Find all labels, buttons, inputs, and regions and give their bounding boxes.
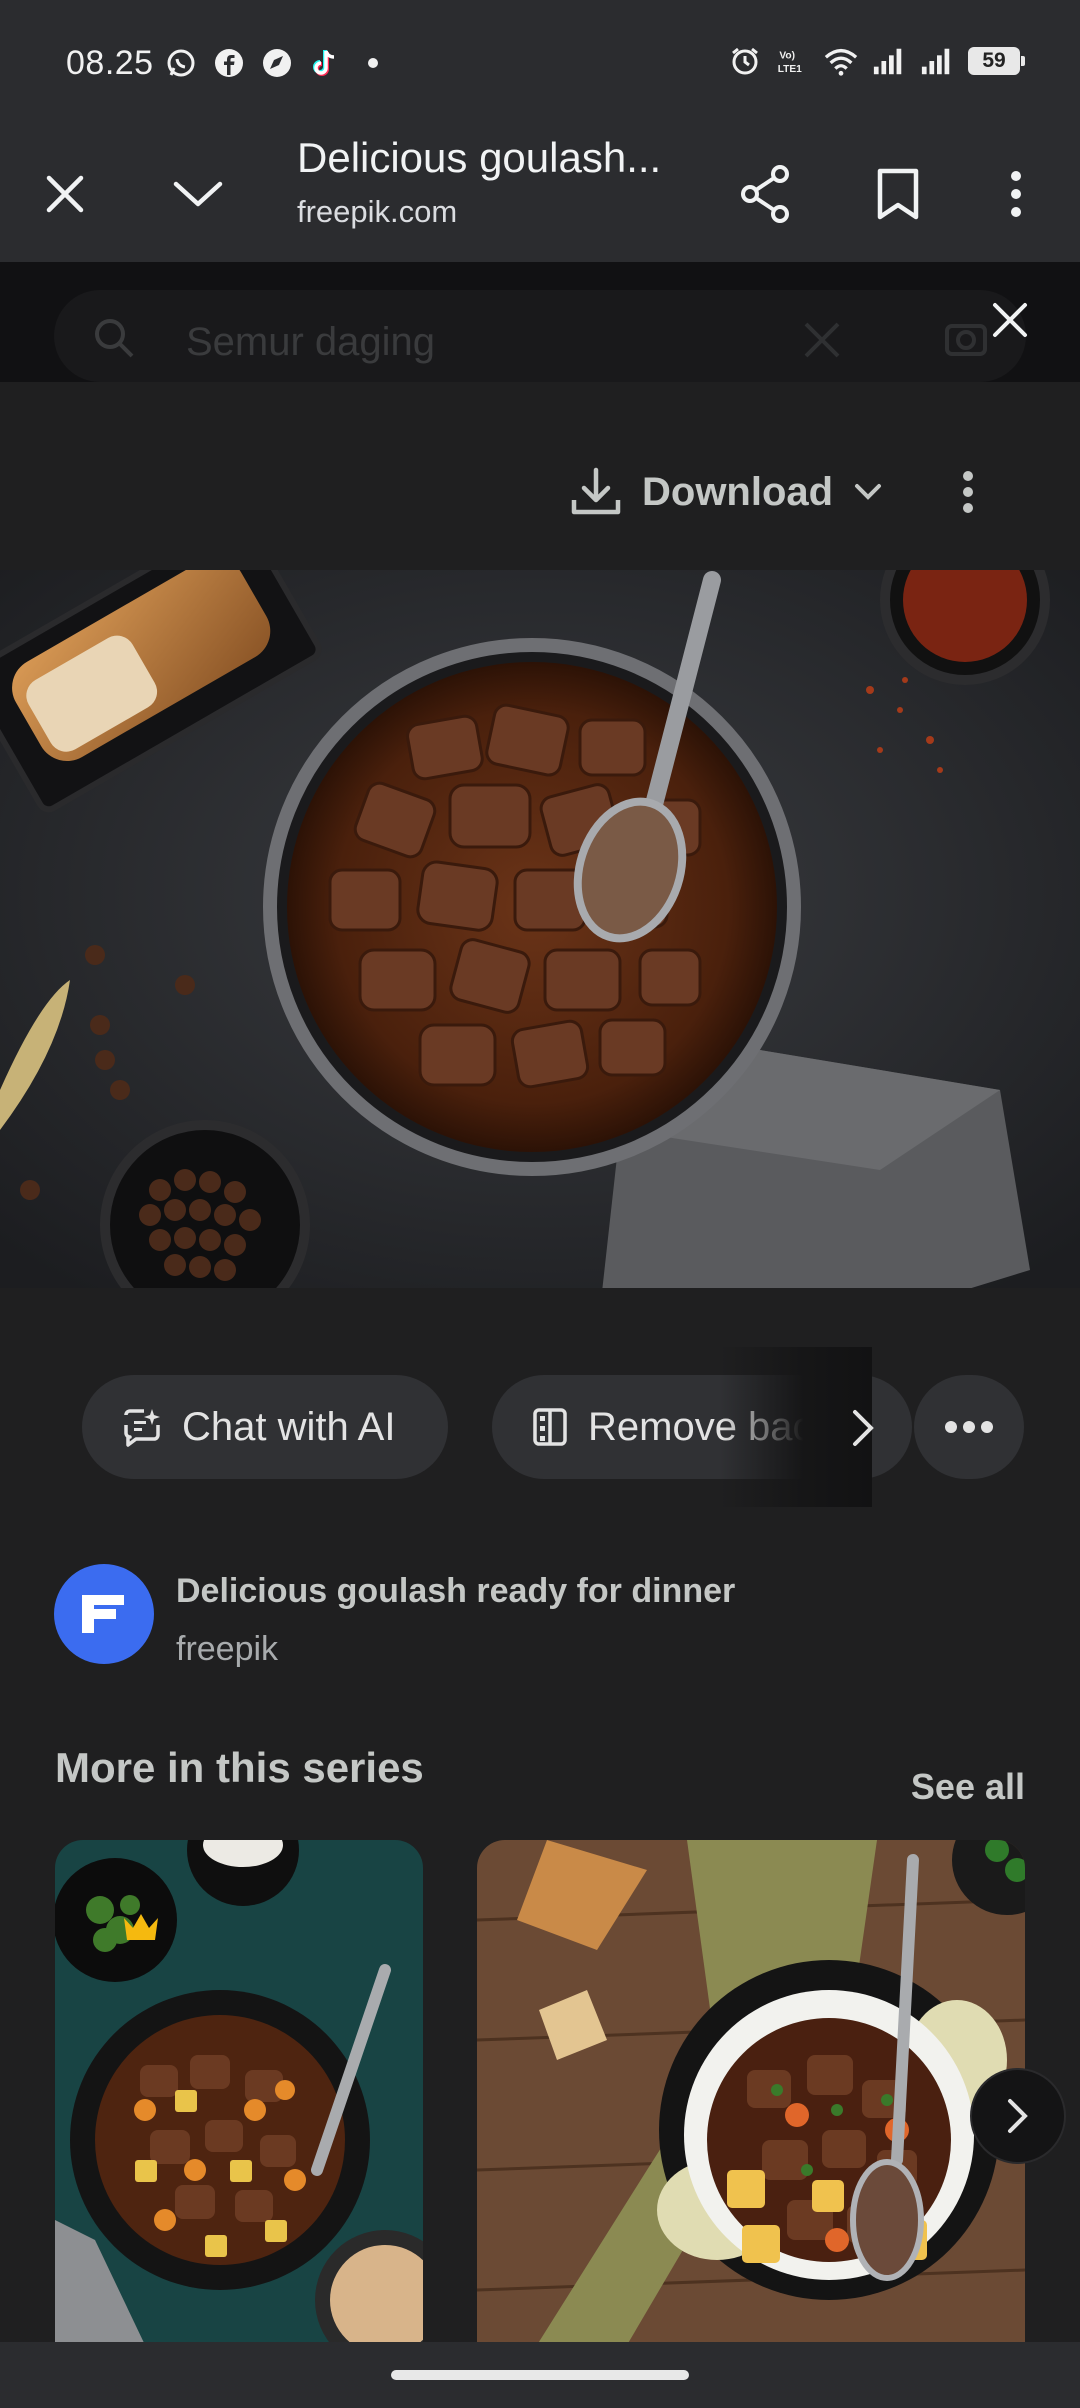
alarm-icon [728, 44, 762, 78]
signal-icon [920, 44, 954, 78]
bookmark-button[interactable] [862, 158, 934, 230]
whatsapp-icon [164, 46, 198, 80]
image-title[interactable]: Delicious goulash ready for dinner [176, 1572, 735, 1611]
chevron-right-icon [853, 1410, 874, 1446]
dot-icon [356, 46, 390, 80]
series-thumbnail-1[interactable] [55, 1840, 423, 2345]
series-next-button[interactable] [970, 2068, 1066, 2164]
close-icon [46, 175, 84, 213]
more-horizontal-icon [945, 1421, 993, 1433]
battery-indicator: 59 [968, 47, 1025, 75]
source-name[interactable]: freepik [176, 1630, 278, 1669]
custom-tab-toolbar: Delicious goulash... freepik.com [0, 128, 1080, 262]
page-url: freepik.com [297, 194, 458, 229]
svg-text:Vo): Vo) [779, 50, 795, 61]
see-all-link[interactable]: See all [911, 1766, 1025, 1808]
close-overlay-button[interactable] [982, 292, 1038, 348]
ai-chat-icon [124, 1409, 160, 1447]
compass-icon [260, 46, 294, 80]
more-actions-button[interactable] [914, 1375, 1024, 1479]
home-gesture-handle[interactable] [391, 2370, 689, 2380]
tiktok-icon [308, 46, 342, 80]
download-button[interactable]: Download [570, 456, 883, 528]
premium-crown-icon [124, 1914, 158, 1940]
goulash-image[interactable] [0, 570, 1080, 1288]
more-vertical-icon [1011, 171, 1021, 217]
chip-label: Chat with AI [182, 1404, 396, 1449]
share-icon [741, 165, 789, 223]
minimize-button[interactable] [162, 158, 234, 230]
page-title: Delicious goulash... [297, 134, 662, 181]
notification-icons [164, 46, 390, 80]
chevron-down-icon [173, 181, 223, 207]
close-tab-button[interactable] [29, 158, 101, 230]
overflow-menu-button[interactable] [980, 158, 1052, 230]
chat-with-ai-chip[interactable]: Chat with AI [82, 1375, 448, 1479]
status-bar: 08.25 Vo) LTE1 59 [0, 0, 1080, 128]
chevron-down-icon [855, 484, 882, 500]
status-time: 08.25 [66, 44, 154, 82]
more-options-button[interactable] [940, 456, 996, 528]
download-label: Download [642, 469, 834, 514]
chevron-right-icon [1008, 2099, 1028, 2133]
download-icon [571, 467, 621, 515]
system-icons: Vo) LTE1 59 [728, 44, 1025, 78]
bookmark-icon [877, 168, 919, 220]
close-icon [993, 303, 1027, 337]
facebook-icon [212, 46, 246, 80]
clear-icon [804, 322, 840, 358]
share-button[interactable] [730, 158, 802, 230]
signal-icon [872, 44, 906, 78]
svg-text:LTE1: LTE1 [778, 64, 802, 75]
volte-icon: Vo) LTE1 [776, 44, 810, 78]
section-heading: More in this series [55, 1744, 424, 1791]
chips-scroll-button[interactable] [838, 1400, 888, 1456]
more-vertical-icon [963, 471, 973, 513]
remove-background-icon [533, 1408, 567, 1446]
search-icon [95, 319, 134, 358]
freepik-logo[interactable] [54, 1564, 154, 1664]
wifi-icon [824, 44, 858, 78]
series-thumbnail-2[interactable] [477, 1840, 1025, 2345]
search-input: Semur daging [186, 320, 436, 364]
